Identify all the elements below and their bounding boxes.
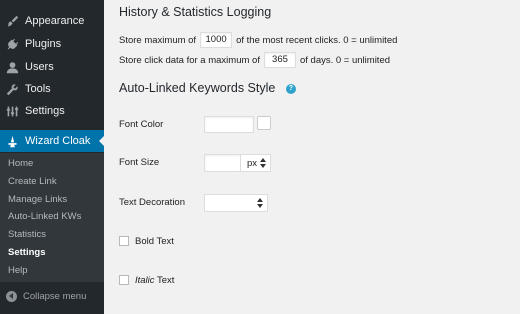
paintbrush-icon: [5, 14, 19, 28]
store-days-input[interactable]: 365: [263, 52, 296, 68]
store-days-suffix: of days. 0 = unlimited: [299, 54, 391, 66]
store-max-input[interactable]: 1000: [200, 32, 233, 48]
submenu-statistics[interactable]: Statistics: [8, 228, 46, 242]
menu-item-wizard-cloak[interactable]: Wizard Cloak: [0, 130, 105, 152]
user-icon: [5, 60, 19, 74]
submenu-create-link[interactable]: Create Link: [8, 175, 57, 189]
store-days-row: Store click data for a maximum of 365 of…: [119, 52, 390, 68]
wrench-icon: [5, 82, 19, 96]
font-color-input[interactable]: [204, 116, 254, 133]
submenu-manage-links[interactable]: Manage Links: [8, 193, 67, 207]
submenu-settings[interactable]: Settings: [8, 246, 45, 260]
italic-text-label: Italic Text: [135, 275, 174, 286]
store-max-suffix: of the most recent clicks. 0 = unlimited: [236, 34, 398, 46]
italic-word: Italic: [135, 275, 155, 286]
menu-label-plugins: Plugins: [25, 38, 62, 50]
font-size-unit-value: px: [247, 157, 258, 169]
italic-text-checkbox[interactable]: [119, 275, 129, 285]
submenu-home[interactable]: Home: [8, 157, 33, 171]
select-arrows-icon: [257, 198, 263, 208]
bold-text-label: Bold Text: [135, 236, 174, 247]
collapse-menu-button[interactable]: Collapse menu: [0, 286, 104, 306]
help-icon[interactable]: ?: [285, 83, 296, 94]
select-arrows-icon: [260, 158, 266, 168]
menu-label-users: Users: [25, 61, 54, 73]
submenu-help[interactable]: Help: [8, 264, 28, 278]
store-days-prefix: Store click data for a maximum of: [119, 54, 260, 66]
menu-label-tools: Tools: [25, 83, 51, 95]
font-color-label: Font Color: [119, 119, 164, 130]
wizard-cloak-submenu: Home Create Link Manage Links Auto-Linke…: [0, 153, 104, 282]
menu-label-settings: Settings: [25, 105, 65, 117]
italic-rest: Text: [154, 275, 175, 286]
bold-text-checkbox[interactable]: [119, 236, 129, 246]
menu-item-users[interactable]: Users: [0, 56, 104, 78]
store-max-row: Store maximum of 1000 of the most recent…: [119, 32, 397, 48]
color-picker-swatch[interactable]: [257, 116, 271, 130]
store-max-prefix: Store maximum of: [119, 34, 197, 46]
menu-label-appearance: Appearance: [25, 15, 85, 27]
settings-icon: [5, 104, 19, 118]
menu-item-appearance[interactable]: Appearance: [0, 10, 104, 32]
font-size-input[interactable]: [204, 154, 242, 172]
text-decoration-label: Text Decoration: [119, 197, 186, 208]
menu-item-plugins[interactable]: Plugins: [0, 33, 104, 55]
text-decoration-select[interactable]: [204, 194, 268, 212]
menu-item-settings[interactable]: Settings: [0, 100, 104, 122]
keywords-heading-text: Auto-Linked Keywords Style: [119, 81, 276, 95]
collapse-arrow-icon: [6, 290, 17, 302]
menu-item-tools[interactable]: Tools: [0, 78, 104, 100]
font-size-unit-select[interactable]: px: [240, 154, 271, 172]
settings-content: History & Statistics Logging Store maxim…: [104, 0, 520, 314]
font-size-label: Font Size: [119, 157, 160, 168]
admin-sidebar: Appearance Plugins Users Tools Settings …: [0, 0, 105, 314]
history-heading: History & Statistics Logging: [119, 5, 272, 19]
collapse-menu-label: Collapse menu: [23, 290, 87, 302]
keywords-heading: Auto-Linked Keywords Style ?: [119, 81, 296, 95]
menu-label-wizard-cloak: Wizard Cloak: [25, 135, 91, 147]
wizard-icon: [5, 134, 19, 148]
plugin-icon: [5, 37, 19, 51]
submenu-auto-linked-kws[interactable]: Auto-Linked KWs: [8, 210, 81, 224]
